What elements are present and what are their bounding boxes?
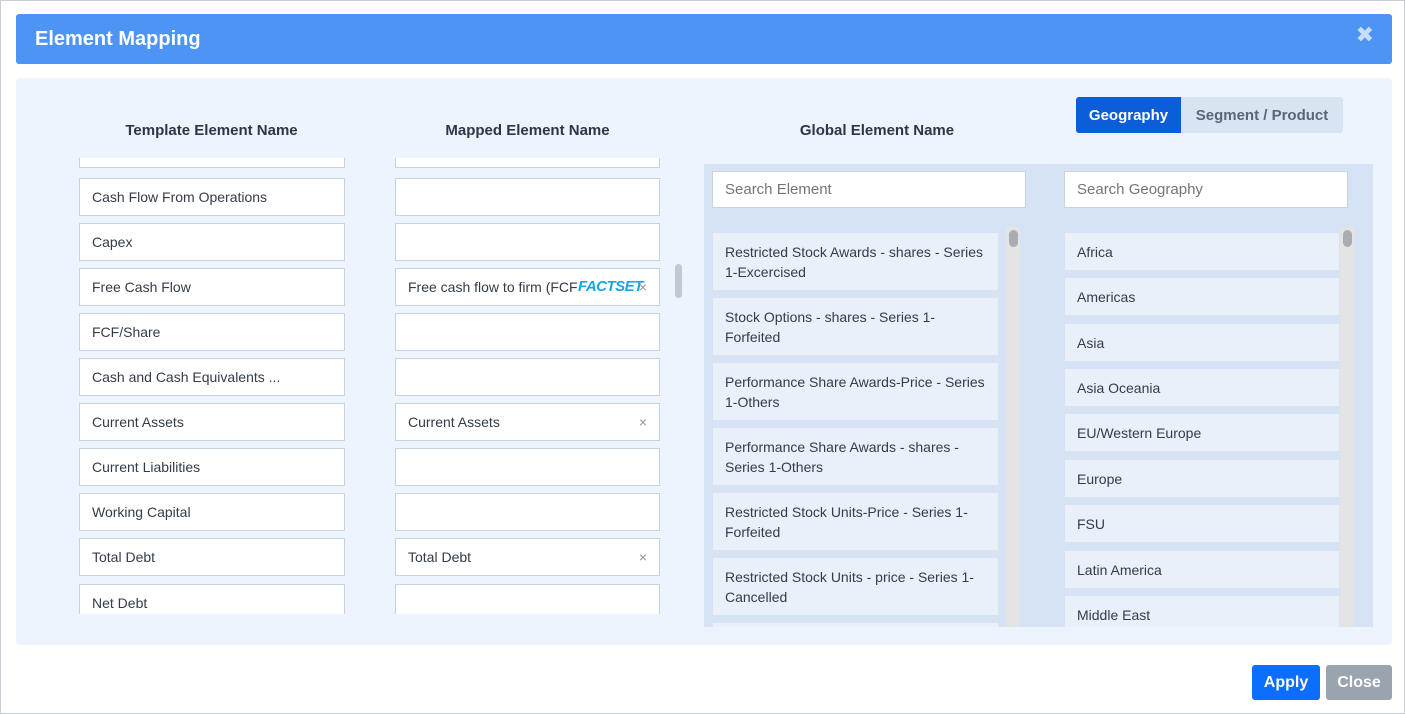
apply-button[interactable]: Apply — [1252, 665, 1320, 700]
template-element-column-header: Template Element Name — [125, 122, 298, 139]
element-mapping-dialog: Element Mapping ✖ Template Element Name … — [0, 0, 1405, 714]
list-item[interactable]: Middle East — [1065, 596, 1339, 627]
global-element-column-header: Global Element Name — [799, 122, 955, 139]
list-item[interactable]: Africa — [1065, 233, 1339, 270]
mapped-field[interactable] — [395, 223, 660, 261]
geography-list: Africa Americas Asia Asia Oceania EU/Wes… — [1065, 233, 1339, 627]
list-item[interactable]: Latin America — [1065, 551, 1339, 588]
list-item[interactable]: Europe — [1065, 460, 1339, 497]
mapped-field[interactable] — [395, 493, 660, 531]
list-item[interactable]: Restricted Stock Units - price - Series … — [713, 558, 998, 615]
global-element-scrollbar[interactable] — [1006, 227, 1020, 627]
scrollbar-thumb[interactable] — [1009, 230, 1018, 247]
list-item: FCF/Share — [79, 313, 345, 351]
clear-icon[interactable]: × — [639, 549, 647, 565]
dialog-title: Element Mapping — [35, 28, 201, 50]
mapped-value: Total Debt — [408, 549, 472, 565]
list-item: Cash Flow From Operations — [79, 178, 345, 216]
list-item[interactable]: Asia Oceania — [1065, 369, 1339, 406]
list-item: Total Debt — [79, 538, 345, 576]
list-item[interactable]: Americas — [1065, 278, 1339, 315]
mapped-field[interactable]: Current Assets × — [395, 403, 660, 441]
list-item[interactable]: Restricted Stock Units-Price - Series 1-… — [713, 493, 998, 550]
geography-tab[interactable]: Geography — [1076, 97, 1181, 133]
list-item[interactable]: Performance Share Awards-Price - Series … — [713, 363, 998, 420]
list-item[interactable]: FSU — [1065, 505, 1339, 542]
template-element-list: Cash Flow From Operations Capex Free Cas… — [79, 158, 345, 614]
search-geography-input[interactable] — [1064, 171, 1348, 208]
mapped-field[interactable] — [395, 158, 660, 168]
list-item: Cash and Cash Equivalents ... — [79, 358, 345, 396]
geography-scrollbar[interactable] — [1340, 227, 1354, 627]
list-item[interactable] — [713, 623, 998, 627]
global-element-list: Restricted Stock Awards - shares - Serie… — [713, 233, 998, 627]
mapped-element-list: Free cash flow to firm (FCFF FACTSET × C… — [395, 158, 660, 614]
mapped-field[interactable] — [395, 448, 660, 486]
clear-icon[interactable]: × — [639, 414, 647, 430]
dialog-body: Template Element Name Mapped Element Nam… — [16, 78, 1392, 645]
mapped-field[interactable]: Free cash flow to firm (FCFF FACTSET × — [395, 268, 660, 306]
list-item[interactable]: Restricted Stock Awards - shares - Serie… — [713, 233, 998, 290]
list-item — [79, 158, 345, 168]
mapped-field[interactable] — [395, 313, 660, 351]
mapped-field[interactable] — [395, 584, 660, 614]
list-item: Net Debt — [79, 584, 345, 614]
list-item: Capex — [79, 223, 345, 261]
global-element-panel: Restricted Stock Awards - shares - Serie… — [704, 164, 1373, 627]
list-item[interactable]: Asia — [1065, 324, 1339, 361]
close-icon[interactable]: ✖ — [1356, 22, 1374, 48]
mapping-scrollbar[interactable] — [675, 264, 682, 298]
list-item: Free Cash Flow — [79, 268, 345, 306]
search-element-input[interactable] — [712, 171, 1026, 208]
close-button[interactable]: Close — [1326, 665, 1392, 700]
mapped-value: Free cash flow to firm (FCFF — [408, 279, 578, 295]
list-item[interactable]: Performance Share Awards - shares - Seri… — [713, 428, 998, 485]
geography-segment-toggle: Geography Segment / Product — [1076, 97, 1343, 133]
scrollbar-thumb[interactable] — [1343, 230, 1352, 247]
clear-icon[interactable]: × — [639, 279, 647, 295]
list-item[interactable]: EU/Western Europe — [1065, 414, 1339, 451]
factset-logo: FACTSET — [578, 278, 643, 295]
mapped-field[interactable] — [395, 178, 660, 216]
mapped-value: Current Assets — [408, 414, 500, 430]
list-item: Current Liabilities — [79, 448, 345, 486]
list-item: Current Assets — [79, 403, 345, 441]
dialog-header: Element Mapping ✖ — [16, 14, 1392, 64]
list-item: Working Capital — [79, 493, 345, 531]
mapped-field[interactable]: Total Debt × — [395, 538, 660, 576]
list-item[interactable]: Stock Options - shares - Series 1-Forfei… — [713, 298, 998, 355]
segment-product-tab[interactable]: Segment / Product — [1181, 97, 1343, 133]
mapped-field[interactable] — [395, 358, 660, 396]
mapped-element-column-header: Mapped Element Name — [445, 122, 610, 139]
